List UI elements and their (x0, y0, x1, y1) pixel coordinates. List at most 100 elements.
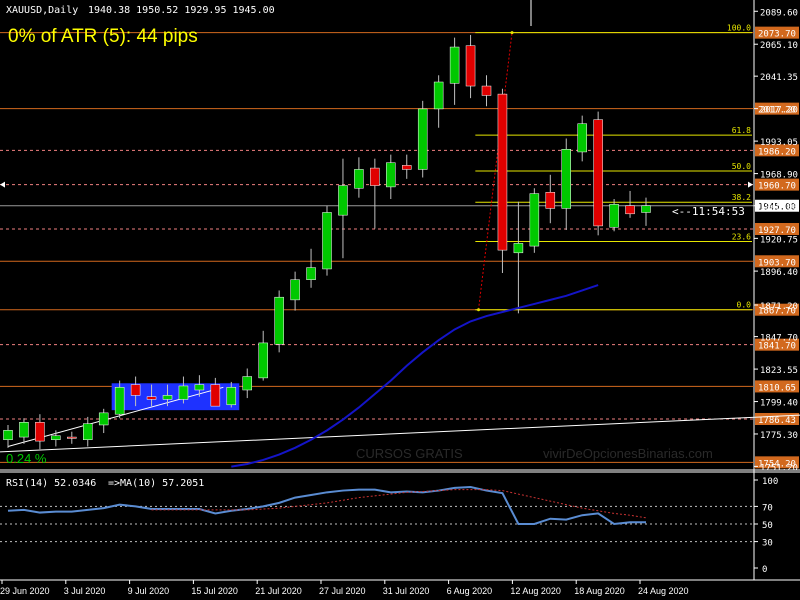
date-label-8: 12 Aug 2020 (510, 586, 561, 596)
candle-body-23 (370, 167, 380, 186)
fib-anchor-start[interactable] (477, 308, 481, 312)
ma-line (231, 284, 599, 468)
rsi-tick-label-1: 70 (762, 503, 773, 513)
candle-body-34 (545, 192, 556, 209)
rsi-line (7, 486, 646, 526)
date-label-4: 21 Jul 2020 (255, 586, 302, 596)
candle-body-20 (322, 212, 332, 270)
fib-label-5: 0.0 (737, 301, 752, 310)
rsi-tick-label-2: 50 (762, 521, 773, 531)
price-tick-label-8: 1896.40 (760, 268, 798, 278)
candle-body-1 (19, 422, 29, 438)
candle-body-10 (162, 395, 173, 400)
level-tag-9: 1810.65 (758, 383, 796, 393)
candle-body-22 (354, 169, 364, 189)
fib-label-2: 50.0 (732, 162, 751, 171)
price-chart[interactable]: 2073.702017.201986.201960.701945.001927.… (0, 0, 800, 600)
candle-body-39 (625, 205, 635, 215)
candlesticks (3, 34, 651, 450)
price-tick-label-9: 1871.20 (760, 302, 798, 312)
candle-body-2 (35, 422, 45, 442)
candle-body-12 (194, 384, 205, 391)
ohlc-header: 1940.38 1950.52 1929.95 1945.00 (88, 5, 275, 16)
candle-body-18 (290, 279, 300, 301)
consolidation-box[interactable] (111, 383, 240, 411)
rsi-ma-label: =>MA(10) 57.2051 (108, 478, 204, 489)
candle-body-4 (67, 436, 77, 439)
price-tick-label-14: 1751.20 (760, 463, 798, 473)
candle-body-37 (593, 119, 603, 227)
left-arrow-marker (0, 181, 5, 188)
rsi-tick-label-4: 0 (762, 565, 767, 575)
level-tag-0: 2073.70 (758, 30, 796, 40)
rsi-tick-label-0: 100 (762, 477, 778, 487)
candle-body-38 (609, 204, 619, 228)
corner-value: 0.24 % (6, 451, 47, 466)
price-tick-label-2: 2041.35 (760, 73, 798, 83)
candle-body-6 (98, 412, 109, 426)
price-tick-label-12: 1799.40 (760, 399, 798, 409)
atr-text: 0% of ATR (5): 44 pips (8, 26, 198, 47)
candle-body-14 (226, 387, 237, 406)
candle-body-13 (210, 384, 221, 407)
price-tick-label-11: 1823.55 (760, 366, 798, 376)
candle-body-31 (497, 93, 508, 251)
rsi-ma-line (151, 489, 647, 519)
fib-anchor-end[interactable] (510, 31, 514, 35)
candle-body-29 (465, 45, 476, 87)
candle-body-33 (529, 193, 540, 247)
rsi-tick-label-3: 30 (762, 539, 773, 549)
candle-body-7 (114, 387, 125, 415)
date-label-5: 27 Jul 2020 (319, 586, 366, 596)
candle-body-9 (146, 396, 157, 400)
candle-body-8 (130, 384, 141, 396)
level-tag-6: 1903.70 (758, 258, 796, 268)
candle-body-0 (3, 430, 13, 441)
rsi-panel[interactable]: 100 70 50 30 0 (0, 477, 778, 575)
price-tick-label-6: 1945.00 (760, 203, 798, 213)
candle-body-17 (274, 296, 284, 345)
symbol-header: XAUUSD,Daily (6, 5, 78, 16)
date-axis[interactable]: 29 Jun 2020 3 Jul 2020 9 Jul 2020 15 Jul 20… (0, 580, 689, 596)
date-label-6: 31 Jul 2020 (383, 586, 430, 596)
price-tick-label-5: 1968.90 (760, 171, 798, 181)
candle-body-25 (402, 165, 412, 170)
price-tick-label-10: 1847.70 (760, 334, 798, 344)
price-tick-label-4: 1993.05 (760, 138, 798, 148)
candle-body-35 (561, 149, 571, 209)
candle-body-28 (449, 46, 460, 84)
candle-body-19 (306, 267, 316, 280)
date-label-2: 9 Jul 2020 (128, 586, 170, 596)
fib-label-1: 61.8 (732, 126, 751, 135)
consolidation-rect[interactable] (111, 383, 240, 411)
fib-label-0: 100.0 (727, 24, 751, 33)
candle-body-30 (481, 85, 492, 96)
fibonacci-retracement[interactable]: 100.0 61.8 50.0 38.2 23.6 0.0 (475, 24, 752, 312)
moving-average (231, 284, 599, 468)
candle-body-26 (417, 108, 428, 170)
right-arrow-marker (748, 181, 753, 188)
price-axis[interactable]: 2089.60 2065.10 2041.35 2017.20 1993.05 1968.… (754, 8, 798, 473)
date-label-7: 6 Aug 2020 (447, 586, 493, 596)
candle-body-32 (513, 243, 524, 254)
date-label-9: 18 Aug 2020 (574, 586, 625, 596)
date-label-1: 3 Jul 2020 (64, 586, 106, 596)
price-tick-label-13: 1775.30 (760, 431, 798, 441)
date-label-10: 24 Aug 2020 (638, 586, 689, 596)
candle-body-27 (433, 81, 444, 110)
level-tag-2: 1986.20 (758, 147, 796, 157)
rsi-label: RSI(14) 52.0346 (6, 478, 96, 489)
candle-body-24 (386, 162, 396, 188)
level-tag-3: 1960.70 (758, 182, 796, 192)
candle-body-40 (641, 205, 651, 213)
watermark-right: vivirDeOpcionesBinarias.com (543, 446, 713, 461)
fib-label-4: 23.6 (732, 233, 751, 242)
fib-label-3: 38.2 (732, 193, 751, 202)
price-tick-label-3: 2017.20 (760, 106, 798, 116)
candle-body-36 (577, 123, 587, 153)
candle-body-16 (258, 342, 268, 379)
candle-body-3 (51, 435, 61, 441)
price-tick-label-7: 1920.75 (760, 235, 798, 245)
level-tag-10: 1786.43 (758, 416, 796, 426)
price-tick-label-1: 2065.10 (760, 41, 798, 51)
